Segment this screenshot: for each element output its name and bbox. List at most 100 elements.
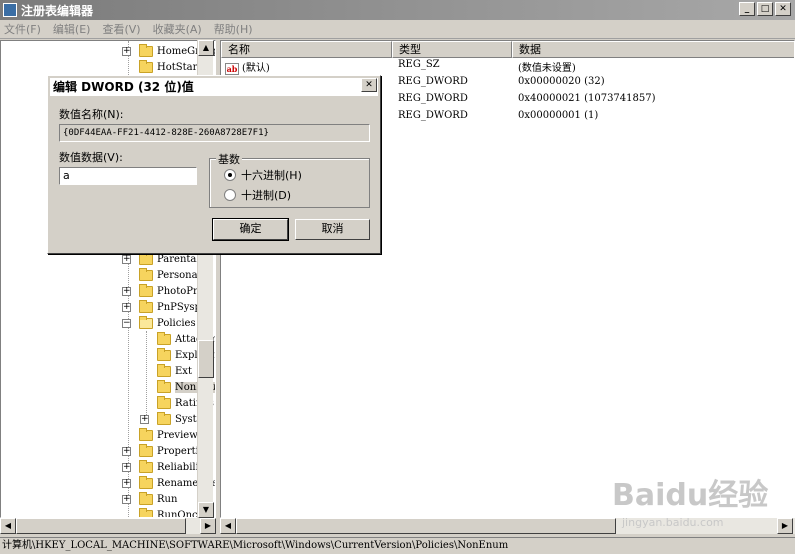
tree-item[interactable]: Ext	[157, 363, 192, 379]
base-groupbox: 基数 十六进制(H) 十进制(D)	[209, 151, 370, 208]
dialog-title: 编辑 DWORD (32 位)值	[50, 78, 378, 96]
tree-item-label: PhotoPr	[157, 285, 198, 297]
folder-icon	[139, 459, 153, 473]
scroll-up-button[interactable]: ▲	[198, 40, 214, 56]
value-data: 0x00000020 (32)	[518, 76, 605, 87]
menu-file[interactable]: 文件(F)	[0, 21, 47, 37]
folder-icon	[139, 43, 153, 57]
tree-item[interactable]: Preview	[139, 427, 198, 443]
folder-icon	[157, 347, 171, 361]
watermark-url: jingyan.baidu.com	[622, 516, 724, 529]
tree-item[interactable]: RunOnce	[139, 507, 204, 517]
scroll-down-button[interactable]: ▼	[198, 502, 214, 518]
tree-item[interactable]: + Run	[122, 491, 177, 507]
scroll-thumb[interactable]	[198, 340, 214, 378]
scroll-right-button[interactable]: ▶	[777, 518, 793, 534]
expand-icon[interactable]: +	[122, 494, 131, 504]
window-controls: _ □ ✕	[739, 2, 791, 16]
folder-icon	[157, 395, 171, 409]
tree-horizontal-scrollbar[interactable]: ◀ ▶	[0, 518, 216, 534]
folder-icon	[139, 251, 153, 265]
folder-icon	[139, 475, 153, 489]
scroll-thumb[interactable]	[236, 518, 616, 534]
tree-item[interactable]: HotStart	[139, 59, 201, 75]
expand-icon[interactable]: +	[122, 286, 131, 296]
value-data-input[interactable]: a	[59, 167, 197, 185]
value-name: (默认)	[242, 63, 270, 74]
menu-favorites[interactable]: 收藏夹(A)	[147, 21, 208, 37]
tree-item[interactable]: + Reliability	[122, 459, 208, 475]
status-bar: 计算机\HKEY_LOCAL_MACHINE\SOFTWARE\Microsof…	[0, 537, 795, 554]
value-name-cell: ab (默认)	[225, 59, 270, 75]
edit-dword-dialog: 编辑 DWORD (32 位)值 ✕ 数值名称(N): {0DF44EAA-FF…	[47, 75, 381, 254]
dec-radio-label: 十进制(D)	[241, 189, 292, 202]
value-data: 0x40000021 (1073741857)	[518, 93, 656, 104]
cancel-button[interactable]: 取消	[295, 219, 370, 240]
ok-button[interactable]: 确定	[212, 218, 289, 241]
list-header: 名称 类型 数据	[221, 41, 794, 58]
scroll-thumb[interactable]	[16, 518, 186, 534]
window-title: 注册表编辑器	[21, 3, 94, 18]
column-name-header[interactable]: 名称	[221, 41, 392, 58]
scroll-right-button[interactable]: ▶	[200, 518, 216, 534]
folder-icon	[139, 507, 153, 517]
value-type: REG_DWORD	[398, 76, 468, 87]
tree-item[interactable]: + PnPSysp	[122, 299, 201, 315]
dec-radio-option[interactable]: 十进制(D)	[224, 187, 291, 203]
folder-icon	[139, 267, 153, 281]
hex-radio-label: 十六进制(H)	[241, 169, 302, 182]
value-type: REG_SZ	[398, 59, 440, 70]
collapse-icon[interactable]: −	[122, 318, 131, 328]
menu-help[interactable]: 帮助(H)	[208, 21, 259, 37]
tree-item-label: Personal	[157, 269, 201, 281]
tree-item-label: HotStart	[157, 61, 202, 73]
window-titlebar: 注册表编辑器 _ □ ✕	[0, 0, 795, 20]
folder-icon	[139, 59, 153, 73]
tree-item-label: Policies	[157, 317, 196, 329]
regedit-app-icon	[3, 3, 17, 17]
value-type: REG_DWORD	[398, 93, 468, 104]
tree-item-label: Preview	[157, 429, 198, 441]
menu-edit[interactable]: 编辑(E)	[47, 21, 97, 37]
folder-icon	[139, 491, 153, 505]
value-data: 0x00000001 (1)	[518, 110, 599, 121]
expand-icon[interactable]: +	[122, 46, 131, 56]
hex-radio[interactable]	[224, 169, 236, 181]
open-folder-icon	[139, 315, 153, 329]
column-data-header[interactable]: 数据	[512, 41, 794, 58]
column-type-header[interactable]: 类型	[392, 41, 512, 58]
value-name-label: 数值名称(N):	[59, 108, 124, 121]
tree-item-label: Run	[157, 493, 178, 505]
expand-icon[interactable]: +	[122, 462, 131, 472]
tree-item-label: Ext	[175, 365, 192, 377]
dialog-close-button[interactable]: ✕	[361, 78, 377, 92]
folder-icon	[157, 379, 171, 393]
expand-icon[interactable]: +	[122, 254, 131, 264]
hex-radio-option[interactable]: 十六进制(H)	[224, 167, 302, 183]
value-data-label: 数值数据(V):	[59, 151, 123, 164]
minimize-button[interactable]: _	[739, 2, 755, 16]
menu-bar: 文件(F) 编辑(E) 查看(V) 收藏夹(A) 帮助(H)	[0, 20, 795, 39]
scroll-left-button[interactable]: ◀	[220, 518, 236, 534]
scroll-left-button[interactable]: ◀	[0, 518, 16, 534]
folder-icon	[139, 427, 153, 441]
expand-icon[interactable]: +	[140, 414, 149, 424]
tree-item-policies[interactable]: − Policies	[122, 315, 196, 331]
expand-icon[interactable]: +	[122, 302, 131, 312]
baidu-jingyan-logo: Baidu经验	[612, 478, 769, 513]
tree-item[interactable]: Personal	[139, 267, 201, 283]
tree-item[interactable]: + PhotoPr	[122, 283, 198, 299]
string-value-icon: ab	[225, 62, 239, 75]
folder-icon	[139, 443, 153, 457]
menu-view[interactable]: 查看(V)	[96, 21, 146, 37]
dec-radio[interactable]	[224, 189, 236, 201]
maximize-button[interactable]: □	[757, 2, 773, 16]
expand-icon[interactable]: +	[122, 446, 131, 456]
folder-icon	[157, 363, 171, 377]
tree-item-label: Parental	[157, 253, 200, 265]
value-type: REG_DWORD	[398, 110, 468, 121]
expand-icon[interactable]: +	[122, 478, 131, 488]
close-button[interactable]: ✕	[775, 2, 791, 16]
folder-icon	[157, 411, 171, 425]
value-name-field: {0DF44EAA-FF21-4412-828E-260A8728E7F1}	[59, 124, 370, 142]
